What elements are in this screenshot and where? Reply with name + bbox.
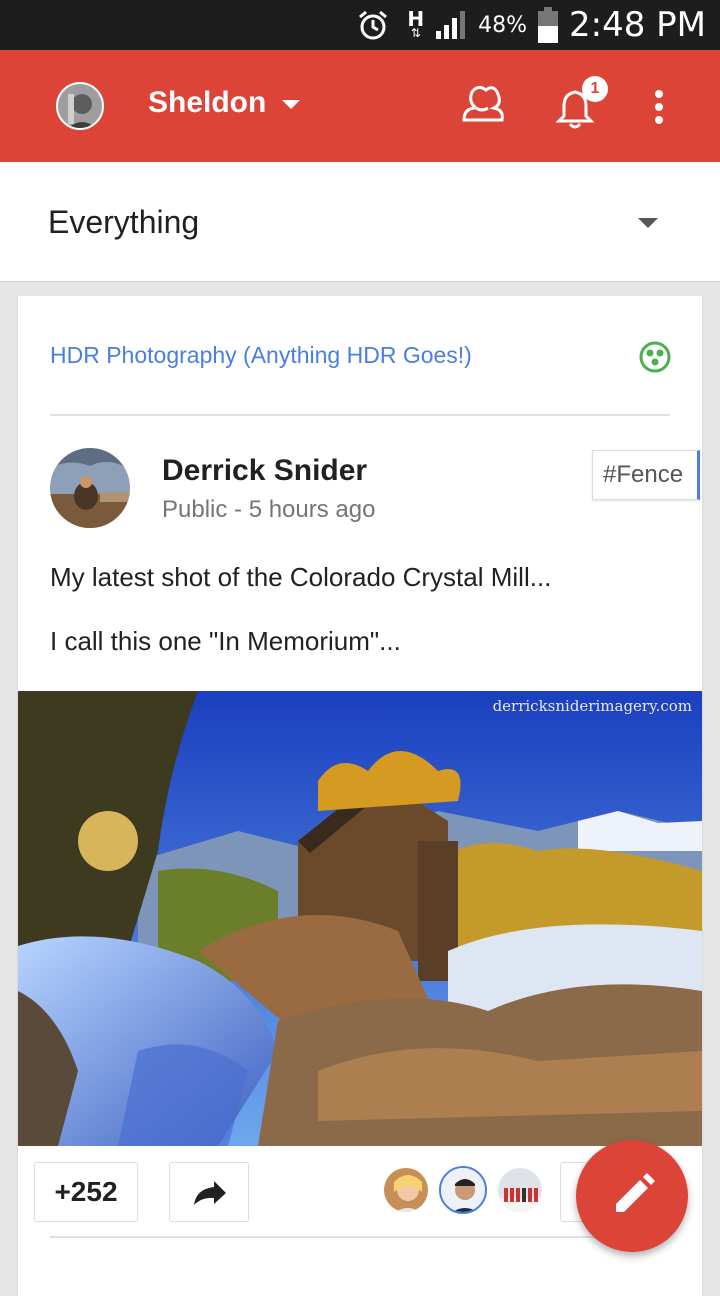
pencil-icon bbox=[616, 1173, 655, 1212]
clock: 2:48 PM bbox=[569, 5, 706, 45]
dropdown-caret-icon bbox=[638, 218, 658, 228]
battery-percent: 48% bbox=[478, 12, 527, 38]
post-text-line: I call this one "In Memorium"... bbox=[50, 626, 401, 656]
post-visibility-time: Public - 5 hours ago bbox=[162, 496, 376, 523]
post-photo[interactable]: derricksniderimagery.com bbox=[18, 691, 702, 1146]
author-name[interactable]: Derrick Snider bbox=[162, 454, 367, 488]
compose-post-button[interactable] bbox=[576, 1140, 688, 1252]
alarm-icon bbox=[359, 10, 388, 40]
stream-filter-label: Everything bbox=[48, 204, 200, 240]
communities-icon[interactable] bbox=[456, 78, 508, 134]
hashtag-chip[interactable]: #Fence bbox=[592, 450, 700, 500]
account-name[interactable]: Sheldon bbox=[148, 86, 266, 120]
app-bar: Sheldon 1 bbox=[0, 50, 720, 162]
share-arrow-icon bbox=[194, 1181, 226, 1205]
share-button[interactable] bbox=[169, 1162, 249, 1222]
plusser-avatar[interactable] bbox=[496, 1166, 544, 1214]
stream-filter-dropdown[interactable]: Everything bbox=[0, 162, 720, 282]
community-icon bbox=[639, 341, 671, 373]
post-text-line: My latest shot of the Colorado Crystal M… bbox=[50, 562, 552, 592]
signal-icon bbox=[436, 11, 466, 39]
battery-icon bbox=[538, 7, 558, 43]
plusser-avatar[interactable] bbox=[439, 1166, 487, 1214]
divider bbox=[50, 414, 670, 416]
account-avatar[interactable] bbox=[56, 82, 104, 130]
notification-badge: 1 bbox=[582, 76, 608, 102]
plus-one-button[interactable]: +252 bbox=[34, 1162, 138, 1222]
network-type-indicator: H ⇅ bbox=[407, 7, 425, 40]
community-link[interactable]: HDR Photography (Anything HDR Goes!) bbox=[50, 342, 472, 369]
author-avatar[interactable] bbox=[50, 448, 130, 528]
overflow-menu-icon[interactable] bbox=[655, 90, 665, 130]
status-bar: H ⇅ 48% 2:48 PM bbox=[0, 0, 720, 50]
plusser-avatar[interactable] bbox=[382, 1166, 430, 1214]
photo-watermark: derricksniderimagery.com bbox=[492, 697, 692, 715]
account-switcher-caret-icon[interactable] bbox=[282, 100, 300, 109]
